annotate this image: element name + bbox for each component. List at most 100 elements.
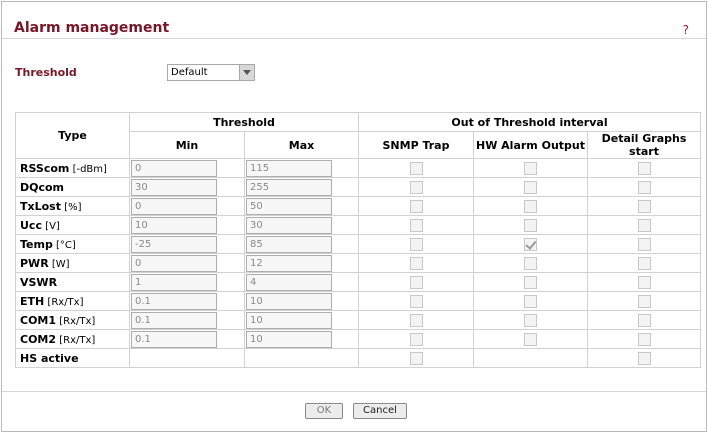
max-input[interactable]: 30: [246, 216, 332, 234]
row-unit: [-dBm]: [72, 163, 107, 175]
hw-checkbox[interactable]: [524, 199, 537, 213]
max-input[interactable]: 12: [246, 254, 332, 272]
snmp-checkbox[interactable]: [409, 218, 423, 232]
group-header-threshold: Threshold: [129, 112, 359, 132]
max-input[interactable]: 255: [246, 178, 332, 196]
graphs-checkbox[interactable]: [637, 237, 651, 251]
snmp-checkbox[interactable]: [409, 313, 423, 327]
min-input[interactable]: 0.1: [131, 292, 217, 310]
table-row: HS active: [15, 348, 702, 368]
min-input[interactable]: 0: [131, 197, 217, 215]
cell-hw: [473, 291, 588, 311]
snmp-checkbox[interactable]: [409, 199, 423, 213]
graphs-checkbox[interactable]: [637, 294, 651, 308]
max-input[interactable]: 85: [246, 235, 332, 253]
min-input[interactable]: -25: [131, 235, 217, 253]
row-label: COM1 [Rx/Tx]: [15, 310, 130, 330]
snmp-checkbox[interactable]: [409, 332, 423, 346]
graphs-checkbox[interactable]: [637, 218, 651, 232]
cell-min: 10: [129, 215, 245, 235]
min-input[interactable]: 0: [131, 159, 217, 177]
hw-checkbox[interactable]: [524, 218, 537, 232]
cell-hw: [473, 234, 588, 254]
min-input[interactable]: 0: [131, 254, 217, 272]
ok-button[interactable]: OK: [305, 403, 343, 419]
graphs-checkbox[interactable]: [637, 313, 651, 327]
graphs-checkbox[interactable]: [637, 199, 651, 213]
cell-max: 115: [244, 158, 359, 178]
row-label: TxLost [%]: [15, 196, 130, 216]
max-input[interactable]: 4: [246, 273, 332, 291]
cell-graphs: [586, 272, 702, 292]
row-name: RSScom: [20, 161, 70, 175]
cell-snmp: [358, 291, 474, 311]
table-row: VSWR 1 4: [15, 272, 702, 292]
snmp-checkbox[interactable]: [409, 180, 423, 194]
chevron-down-icon[interactable]: [239, 65, 254, 80]
graphs-checkbox[interactable]: [637, 180, 651, 194]
table-row: Temp [°C] -25 85: [15, 234, 702, 254]
snmp-checkbox[interactable]: [409, 294, 423, 308]
max-input[interactable]: 50: [246, 197, 332, 215]
snmp-checkbox[interactable]: [409, 161, 423, 175]
graphs-checkbox[interactable]: [637, 256, 651, 270]
page-title: Alarm management: [14, 20, 170, 36]
min-input[interactable]: 30: [131, 178, 217, 196]
cell-snmp: [358, 310, 474, 330]
table-row: Ucc [V] 10 30: [15, 215, 702, 235]
snmp-checkbox[interactable]: [409, 256, 423, 270]
hw-checkbox[interactable]: [524, 256, 537, 270]
min-input[interactable]: 0.1: [131, 330, 217, 348]
cancel-button[interactable]: Cancel: [353, 403, 407, 419]
row-unit: [Rx/Tx]: [59, 315, 96, 327]
hw-checkbox[interactable]: [524, 237, 537, 251]
hw-checkbox[interactable]: [524, 332, 537, 346]
min-input[interactable]: 10: [131, 216, 217, 234]
hw-checkbox[interactable]: [524, 180, 537, 194]
table-row: COM1 [Rx/Tx] 0.1 10: [15, 310, 702, 330]
graphs-checkbox[interactable]: [637, 351, 651, 365]
max-input[interactable]: 115: [246, 159, 332, 177]
graphs-checkbox[interactable]: [637, 275, 651, 289]
cell-max: 50: [244, 196, 359, 216]
max-input[interactable]: 10: [246, 311, 332, 329]
cell-snmp: [358, 215, 474, 235]
threshold-select[interactable]: Default: [167, 64, 255, 81]
hw-checkbox[interactable]: [524, 275, 537, 289]
cell-max: 4: [244, 272, 359, 292]
row-label: HS active: [15, 348, 130, 368]
snmp-checkbox[interactable]: [409, 237, 423, 251]
help-icon[interactable]: ?: [683, 23, 689, 37]
row-label: Ucc [V]: [15, 215, 130, 235]
cell-hw: [473, 329, 588, 349]
cell-hw: [473, 272, 588, 292]
cell-hw: [473, 310, 588, 330]
max-input[interactable]: 10: [246, 330, 332, 348]
cell-graphs: [586, 196, 702, 216]
cell-graphs: [586, 234, 702, 254]
hw-checkbox[interactable]: [524, 294, 537, 308]
cell-graphs: [586, 215, 702, 235]
row-name: COM2: [20, 332, 57, 346]
cell-max: [244, 348, 359, 368]
max-input[interactable]: 10: [246, 292, 332, 310]
graphs-checkbox[interactable]: [637, 161, 651, 175]
hw-checkbox[interactable]: [524, 161, 537, 175]
snmp-checkbox[interactable]: [409, 351, 423, 365]
cell-graphs: [586, 158, 702, 178]
cell-snmp: [358, 196, 474, 216]
row-unit: [Rx/Tx]: [47, 296, 84, 308]
cell-graphs: [586, 177, 702, 197]
cell-snmp: [358, 272, 474, 292]
graphs-checkbox[interactable]: [637, 332, 651, 346]
table-row: COM2 [Rx/Tx] 0.1 10: [15, 329, 702, 349]
threshold-select-value: Default: [171, 67, 208, 78]
panel-header: Alarm management ?: [2, 2, 706, 39]
cell-hw: [473, 215, 588, 235]
cell-max: 30: [244, 215, 359, 235]
min-input[interactable]: 0.1: [131, 311, 217, 329]
hw-checkbox[interactable]: [524, 313, 537, 327]
cell-min: 1: [129, 272, 245, 292]
min-input[interactable]: 1: [131, 273, 217, 291]
snmp-checkbox[interactable]: [409, 275, 423, 289]
